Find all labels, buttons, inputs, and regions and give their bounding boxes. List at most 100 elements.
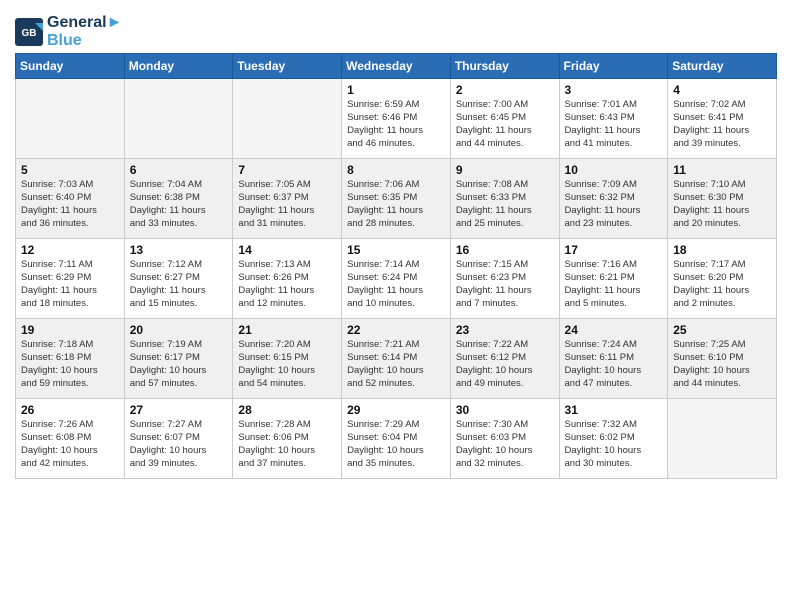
calendar-cell: 9Sunrise: 7:08 AM Sunset: 6:33 PM Daylig… — [450, 159, 559, 239]
weekday-header-thursday: Thursday — [450, 54, 559, 79]
day-info: Sunrise: 7:03 AM Sunset: 6:40 PM Dayligh… — [21, 179, 119, 230]
day-number: 1 — [347, 83, 445, 97]
calendar-cell: 8Sunrise: 7:06 AM Sunset: 6:35 PM Daylig… — [342, 159, 451, 239]
day-number: 13 — [130, 243, 228, 257]
calendar-week-5: 26 Sunrise: 7:26 AM Sunset: 6:08 PM Dayli… — [16, 399, 777, 479]
calendar-cell — [16, 79, 125, 159]
calendar-cell: 18 Sunrise: 7:17 AM Sunset: 6:20 PM Dayli… — [668, 239, 777, 319]
day-info: Sunrise: 7:11 AM Sunset: 6:29 PM Dayligh… — [21, 259, 119, 310]
day-number: 28 — [238, 403, 336, 417]
calendar-table: SundayMondayTuesdayWednesdayThursdayFrid… — [15, 53, 777, 479]
day-number: 9 — [456, 163, 554, 177]
weekday-header-wednesday: Wednesday — [342, 54, 451, 79]
weekday-header-friday: Friday — [559, 54, 668, 79]
day-number: 5 — [21, 163, 119, 177]
day-number: 24 — [565, 323, 663, 337]
calendar-cell: 7 Sunrise: 7:05 AM Sunset: 6:37 PM Daylig… — [233, 159, 342, 239]
weekday-header-sunday: Sunday — [16, 54, 125, 79]
day-info: Sunrise: 7:12 AM Sunset: 6:27 PM Dayligh… — [130, 259, 228, 310]
calendar-cell: 3 Sunrise: 7:01 AM Sunset: 6:43 PM Daylig… — [559, 79, 668, 159]
calendar-cell: 29Sunrise: 7:29 AM Sunset: 6:04 PM Dayli… — [342, 399, 451, 479]
logo-text: General► Blue — [47, 14, 122, 49]
day-number: 14 — [238, 243, 336, 257]
calendar-cell: 20 Sunrise: 7:19 AM Sunset: 6:17 PM Dayli… — [124, 319, 233, 399]
day-info: Sunrise: 7:20 AM Sunset: 6:15 PM Dayligh… — [238, 339, 336, 390]
weekday-header-tuesday: Tuesday — [233, 54, 342, 79]
calendar-cell: 15Sunrise: 7:14 AM Sunset: 6:24 PM Dayli… — [342, 239, 451, 319]
day-number: 2 — [456, 83, 554, 97]
calendar-cell: 23 Sunrise: 7:22 AM Sunset: 6:12 PM Dayli… — [450, 319, 559, 399]
calendar-cell: 16 Sunrise: 7:15 AM Sunset: 6:23 PM Dayli… — [450, 239, 559, 319]
header: GB General► Blue — [15, 10, 777, 49]
calendar-cell: 28 Sunrise: 7:28 AM Sunset: 6:06 PM Dayli… — [233, 399, 342, 479]
logo-icon: GB — [15, 18, 43, 46]
day-info: Sunrise: 7:19 AM Sunset: 6:17 PM Dayligh… — [130, 339, 228, 390]
calendar-cell: 30Sunrise: 7:30 AM Sunset: 6:03 PM Dayli… — [450, 399, 559, 479]
day-info: Sunrise: 7:25 AM Sunset: 6:10 PM Dayligh… — [673, 339, 771, 390]
calendar-cell: 1 Sunrise: 6:59 AM Sunset: 6:46 PM Daylig… — [342, 79, 451, 159]
calendar-cell: 5 Sunrise: 7:03 AM Sunset: 6:40 PM Daylig… — [16, 159, 125, 239]
day-number: 20 — [130, 323, 228, 337]
day-number: 26 — [21, 403, 119, 417]
day-info: Sunrise: 7:24 AM Sunset: 6:11 PM Dayligh… — [565, 339, 663, 390]
day-info: Sunrise: 7:22 AM Sunset: 6:12 PM Dayligh… — [456, 339, 554, 390]
calendar-cell: 12 Sunrise: 7:11 AM Sunset: 6:29 PM Dayli… — [16, 239, 125, 319]
weekday-header-row: SundayMondayTuesdayWednesdayThursdayFrid… — [16, 54, 777, 79]
calendar-cell: 14Sunrise: 7:13 AM Sunset: 6:26 PM Dayli… — [233, 239, 342, 319]
calendar-cell: 21 Sunrise: 7:20 AM Sunset: 6:15 PM Dayli… — [233, 319, 342, 399]
day-number: 11 — [673, 163, 771, 177]
day-info: Sunrise: 7:28 AM Sunset: 6:06 PM Dayligh… — [238, 419, 336, 470]
day-info: Sunrise: 7:32 AM Sunset: 6:02 PM Dayligh… — [565, 419, 663, 470]
day-info: Sunrise: 7:04 AM Sunset: 6:38 PM Dayligh… — [130, 179, 228, 230]
day-info: Sunrise: 7:09 AM Sunset: 6:32 PM Dayligh… — [565, 179, 663, 230]
calendar-cell: 26 Sunrise: 7:26 AM Sunset: 6:08 PM Dayli… — [16, 399, 125, 479]
calendar-week-3: 12 Sunrise: 7:11 AM Sunset: 6:29 PM Dayli… — [16, 239, 777, 319]
logo: GB General► Blue — [15, 14, 122, 49]
day-number: 12 — [21, 243, 119, 257]
day-info: Sunrise: 7:30 AM Sunset: 6:03 PM Dayligh… — [456, 419, 554, 470]
day-number: 10 — [565, 163, 663, 177]
day-number: 18 — [673, 243, 771, 257]
calendar-cell: 19 Sunrise: 7:18 AM Sunset: 6:18 PM Dayli… — [16, 319, 125, 399]
day-number: 29 — [347, 403, 445, 417]
weekday-header-monday: Monday — [124, 54, 233, 79]
day-number: 19 — [21, 323, 119, 337]
day-number: 27 — [130, 403, 228, 417]
day-number: 3 — [565, 83, 663, 97]
calendar-cell: 24 Sunrise: 7:24 AM Sunset: 6:11 PM Dayli… — [559, 319, 668, 399]
day-number: 6 — [130, 163, 228, 177]
day-info: Sunrise: 7:14 AM Sunset: 6:24 PM Dayligh… — [347, 259, 445, 310]
day-info: Sunrise: 7:21 AM Sunset: 6:14 PM Dayligh… — [347, 339, 445, 390]
calendar-cell: 10 Sunrise: 7:09 AM Sunset: 6:32 PM Dayli… — [559, 159, 668, 239]
day-info: Sunrise: 7:00 AM Sunset: 6:45 PM Dayligh… — [456, 99, 554, 150]
day-number: 25 — [673, 323, 771, 337]
calendar-cell — [124, 79, 233, 159]
calendar-cell — [233, 79, 342, 159]
day-number: 16 — [456, 243, 554, 257]
calendar-cell: 11 Sunrise: 7:10 AM Sunset: 6:30 PM Dayli… — [668, 159, 777, 239]
calendar-week-1: 1 Sunrise: 6:59 AM Sunset: 6:46 PM Daylig… — [16, 79, 777, 159]
calendar-cell: 17Sunrise: 7:16 AM Sunset: 6:21 PM Dayli… — [559, 239, 668, 319]
day-number: 7 — [238, 163, 336, 177]
day-number: 23 — [456, 323, 554, 337]
day-info: Sunrise: 7:26 AM Sunset: 6:08 PM Dayligh… — [21, 419, 119, 470]
calendar-cell: 31Sunrise: 7:32 AM Sunset: 6:02 PM Dayli… — [559, 399, 668, 479]
day-info: Sunrise: 7:17 AM Sunset: 6:20 PM Dayligh… — [673, 259, 771, 310]
day-number: 17 — [565, 243, 663, 257]
day-info: Sunrise: 7:05 AM Sunset: 6:37 PM Dayligh… — [238, 179, 336, 230]
day-info: Sunrise: 7:01 AM Sunset: 6:43 PM Dayligh… — [565, 99, 663, 150]
calendar-week-2: 5 Sunrise: 7:03 AM Sunset: 6:40 PM Daylig… — [16, 159, 777, 239]
day-number: 22 — [347, 323, 445, 337]
weekday-header-saturday: Saturday — [668, 54, 777, 79]
calendar-week-4: 19 Sunrise: 7:18 AM Sunset: 6:18 PM Dayli… — [16, 319, 777, 399]
day-number: 21 — [238, 323, 336, 337]
day-info: Sunrise: 6:59 AM Sunset: 6:46 PM Dayligh… — [347, 99, 445, 150]
day-info: Sunrise: 7:15 AM Sunset: 6:23 PM Dayligh… — [456, 259, 554, 310]
calendar-cell: 4Sunrise: 7:02 AM Sunset: 6:41 PM Daylig… — [668, 79, 777, 159]
calendar-cell: 27Sunrise: 7:27 AM Sunset: 6:07 PM Dayli… — [124, 399, 233, 479]
calendar-cell: 6 Sunrise: 7:04 AM Sunset: 6:38 PM Daylig… — [124, 159, 233, 239]
calendar-cell: 22 Sunrise: 7:21 AM Sunset: 6:14 PM Dayli… — [342, 319, 451, 399]
page-container: GB General► Blue SundayMondayTuesdayWedn… — [0, 0, 792, 487]
day-info: Sunrise: 7:18 AM Sunset: 6:18 PM Dayligh… — [21, 339, 119, 390]
day-info: Sunrise: 7:10 AM Sunset: 6:30 PM Dayligh… — [673, 179, 771, 230]
